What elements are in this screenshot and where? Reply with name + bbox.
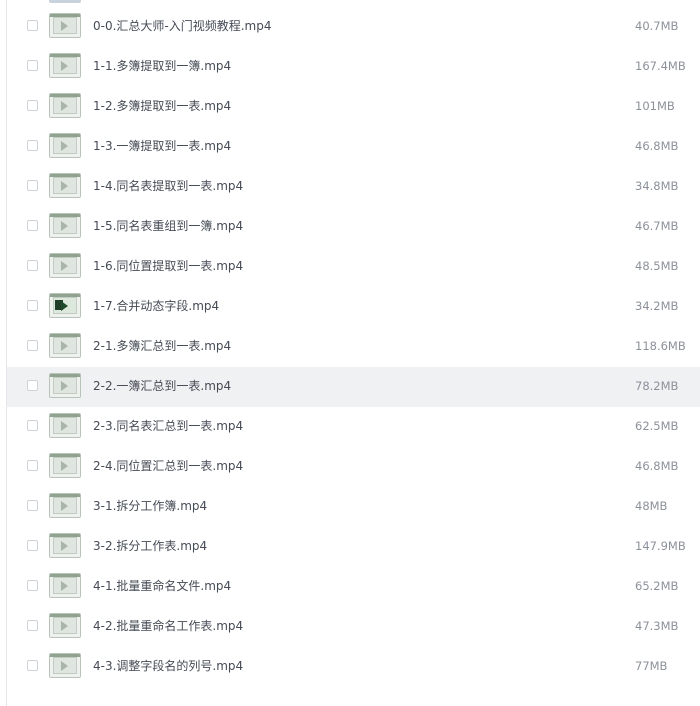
row-checkbox[interactable] bbox=[27, 220, 38, 231]
video-thumbnail-icon[interactable] bbox=[49, 413, 81, 438]
file-row[interactable]: 4-3.调整字段名的列号.mp4 77MB bbox=[7, 647, 700, 687]
video-thumbnail-icon[interactable] bbox=[49, 533, 81, 558]
file-row[interactable]: 2-3.同名表汇总到一表.mp4 62.5MB bbox=[7, 407, 700, 447]
file-name[interactable]: 1-6.同位置提取到一表.mp4 bbox=[93, 258, 243, 274]
video-thumbnail-icon[interactable] bbox=[49, 293, 81, 318]
file-size: 34.8MB bbox=[635, 179, 679, 193]
file-size: 47.3MB bbox=[635, 619, 679, 633]
file-name[interactable]: 1-2.多簿提取到一表.mp4 bbox=[93, 98, 231, 114]
row-checkbox[interactable] bbox=[27, 180, 38, 191]
file-size: 78.2MB bbox=[635, 379, 679, 393]
file-size: 48.5MB bbox=[635, 259, 679, 273]
file-size: 34.2MB bbox=[635, 299, 679, 313]
row-checkbox[interactable] bbox=[27, 460, 38, 471]
file-row[interactable]: 3-1.拆分工作簿.mp4 48MB bbox=[7, 487, 700, 527]
video-thumbnail-icon[interactable] bbox=[49, 133, 81, 158]
video-thumbnail-icon[interactable] bbox=[49, 613, 81, 638]
video-thumbnail-icon[interactable] bbox=[49, 13, 81, 38]
file-name[interactable]: 4-2.批量重命名工作表.mp4 bbox=[93, 618, 243, 634]
file-name[interactable]: 4-1.批量重命名文件.mp4 bbox=[93, 578, 231, 594]
file-name[interactable]: 3-1.拆分工作簿.mp4 bbox=[93, 498, 207, 514]
row-checkbox[interactable] bbox=[27, 580, 38, 591]
row-checkbox[interactable] bbox=[27, 60, 38, 71]
file-size: 65.2MB bbox=[635, 579, 679, 593]
row-checkbox[interactable] bbox=[27, 660, 38, 671]
file-name[interactable]: 2-4.同位置汇总到一表.mp4 bbox=[93, 458, 243, 474]
file-row[interactable]: 3-2.拆分工作表.mp4 147.9MB bbox=[7, 527, 700, 567]
row-checkbox[interactable] bbox=[27, 100, 38, 111]
video-thumbnail-icon[interactable] bbox=[49, 653, 81, 678]
row-checkbox[interactable] bbox=[27, 380, 38, 391]
row-checkbox[interactable] bbox=[27, 140, 38, 151]
file-row[interactable]: 1-7.合并动态字段.mp4 34.2MB bbox=[7, 287, 700, 327]
file-name[interactable]: 1-5.同名表重组到一簿.mp4 bbox=[93, 218, 243, 234]
file-name[interactable]: 2-1.多簿汇总到一表.mp4 bbox=[93, 338, 231, 354]
file-size: 46.8MB bbox=[635, 459, 679, 473]
video-thumbnail-icon[interactable] bbox=[49, 213, 81, 238]
file-name[interactable]: 2-3.同名表汇总到一表.mp4 bbox=[93, 418, 243, 434]
file-size: 77MB bbox=[635, 659, 668, 673]
video-thumbnail-icon[interactable] bbox=[49, 493, 81, 518]
file-row[interactable]: 1-6.同位置提取到一表.mp4 48.5MB bbox=[7, 247, 700, 287]
row-checkbox[interactable] bbox=[27, 420, 38, 431]
file-size: 40.7MB bbox=[635, 19, 679, 33]
file-name[interactable]: 4-3.调整字段名的列号.mp4 bbox=[93, 658, 243, 674]
file-size: 118.6MB bbox=[635, 339, 686, 353]
video-thumbnail-icon[interactable] bbox=[49, 453, 81, 478]
file-row[interactable]: 2-4.同位置汇总到一表.mp4 46.8MB bbox=[7, 447, 700, 487]
video-thumbnail-icon[interactable] bbox=[49, 53, 81, 78]
video-thumbnail-icon[interactable] bbox=[49, 373, 81, 398]
partial-thumbnail bbox=[49, 0, 81, 3]
video-thumbnail-icon[interactable] bbox=[49, 573, 81, 598]
file-name[interactable]: 3-2.拆分工作表.mp4 bbox=[93, 538, 207, 554]
video-thumbnail-icon[interactable] bbox=[49, 253, 81, 278]
file-size: 48MB bbox=[635, 499, 668, 513]
file-row[interactable]: 1-2.多簿提取到一表.mp4 101MB bbox=[7, 87, 700, 127]
row-checkbox[interactable] bbox=[27, 260, 38, 271]
row-checkbox[interactable] bbox=[27, 500, 38, 511]
video-thumbnail-icon[interactable] bbox=[49, 93, 81, 118]
file-row[interactable]: 1-3.一簿提取到一表.mp4 46.8MB bbox=[7, 127, 700, 167]
file-name[interactable]: 0-0.汇总大师-入门视频教程.mp4 bbox=[93, 18, 272, 34]
file-row[interactable]: 2-2.一簿汇总到一表.mp4 78.2MB bbox=[7, 367, 700, 407]
file-row[interactable]: 0-0.汇总大师-入门视频教程.mp4 40.7MB bbox=[7, 7, 700, 47]
video-thumbnail-icon[interactable] bbox=[49, 333, 81, 358]
file-size: 46.8MB bbox=[635, 139, 679, 153]
file-row[interactable]: 1-4.同名表提取到一表.mp4 34.8MB bbox=[7, 167, 700, 207]
video-thumbnail-icon[interactable] bbox=[49, 173, 81, 198]
file-row[interactable]: 4-1.批量重命名文件.mp4 65.2MB bbox=[7, 567, 700, 607]
file-name[interactable]: 2-2.一簿汇总到一表.mp4 bbox=[93, 378, 231, 394]
file-name[interactable]: 1-4.同名表提取到一表.mp4 bbox=[93, 178, 243, 194]
file-size: 147.9MB bbox=[635, 539, 686, 553]
file-row[interactable]: 2-1.多簿汇总到一表.mp4 118.6MB bbox=[7, 327, 700, 367]
file-row[interactable]: 1-5.同名表重组到一簿.mp4 46.7MB bbox=[7, 207, 700, 247]
row-checkbox[interactable] bbox=[27, 540, 38, 551]
file-size: 167.4MB bbox=[635, 59, 686, 73]
row-checkbox[interactable] bbox=[27, 300, 38, 311]
file-size: 101MB bbox=[635, 99, 675, 113]
file-name[interactable]: 1-7.合并动态字段.mp4 bbox=[93, 298, 219, 314]
file-row[interactable]: 4-2.批量重命名工作表.mp4 47.3MB bbox=[7, 607, 700, 647]
file-name[interactable]: 1-3.一簿提取到一表.mp4 bbox=[93, 138, 231, 154]
file-name[interactable]: 1-1.多簿提取到一簿.mp4 bbox=[93, 58, 231, 74]
file-size: 62.5MB bbox=[635, 419, 679, 433]
row-checkbox[interactable] bbox=[27, 620, 38, 631]
file-list: 0-0.汇总大师-入门视频教程.mp4 40.7MB 1-1.多簿提取到一簿.mp4… bbox=[7, 7, 700, 687]
row-checkbox[interactable] bbox=[27, 20, 38, 31]
file-size: 46.7MB bbox=[635, 219, 679, 233]
row-checkbox[interactable] bbox=[27, 340, 38, 351]
file-row[interactable]: 1-1.多簿提取到一簿.mp4 167.4MB bbox=[7, 47, 700, 87]
